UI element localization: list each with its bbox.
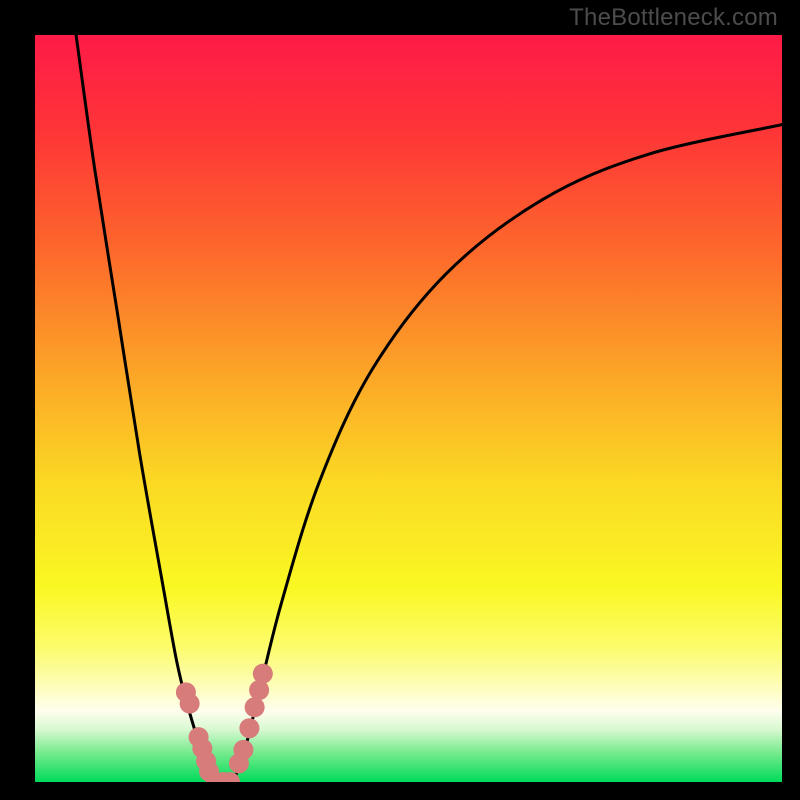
data-marker	[233, 740, 253, 760]
data-marker	[180, 694, 200, 714]
plot-area	[35, 35, 782, 782]
watermark-text: TheBottleneck.com	[569, 4, 778, 32]
series-right-branch	[233, 125, 782, 782]
data-marker	[245, 697, 265, 717]
data-marker	[239, 718, 259, 738]
series-left-branch	[76, 35, 213, 782]
curve-layer	[35, 35, 782, 782]
chart-frame: TheBottleneck.com	[0, 0, 800, 800]
data-marker	[253, 664, 273, 684]
